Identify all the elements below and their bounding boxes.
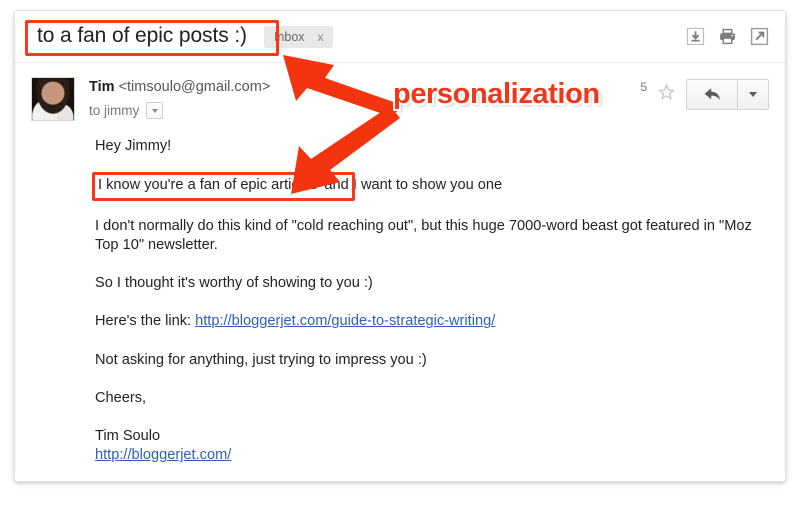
body-paragraph-5: Not asking for anything, just trying to …	[95, 351, 427, 368]
page-title: to a fan of epic posts :)	[37, 24, 247, 47]
download-icon[interactable]	[686, 27, 705, 46]
email-message-card: to a fan of epic posts :) Inbox x Tim <t…	[14, 10, 786, 482]
article-link[interactable]: http://bloggerjet.com/guide-to-strategic…	[195, 313, 495, 329]
timestamp: 5	[640, 80, 647, 94]
body-paragraph-3: So I thought it's worthy of showing to y…	[95, 275, 373, 291]
signature-name: Tim Soulo	[95, 428, 161, 444]
chevron-down-icon[interactable]	[146, 102, 164, 119]
signature-link-paragraph: http://bloggerjet.com/	[95, 446, 761, 465]
sender-actions: 5	[640, 77, 773, 110]
sender-email: <timsoulo@gmail.com>	[118, 79, 271, 95]
subject-actions	[686, 27, 773, 46]
sender-line: Tim <timsoulo@gmail.com>	[89, 79, 270, 95]
highlighted-sentence: I know you're a fan of epic articles	[98, 177, 318, 194]
sender-meta: Tim <timsoulo@gmail.com> to jimmy	[89, 77, 270, 119]
highlighted-sentence-rest: and I want to show you one	[320, 177, 503, 194]
open-in-new-window-icon[interactable]	[750, 27, 769, 46]
reply-button[interactable]	[687, 80, 738, 109]
sender-name: Tim	[89, 79, 115, 95]
body-highlighted-paragraph: I know you're a fan of epic articles and…	[95, 175, 761, 197]
body-signoff: Cheers,	[95, 389, 147, 406]
recipient-label: to jimmy	[89, 103, 140, 118]
recipient-line[interactable]: to jimmy	[89, 102, 270, 119]
avatar	[31, 77, 75, 121]
reply-button-group	[686, 79, 769, 110]
body-paragraph-2: I don't normally do this kind of "cold r…	[95, 217, 752, 253]
subject-row: to a fan of epic posts :) Inbox x	[15, 11, 785, 63]
star-outline-icon[interactable]	[657, 83, 676, 107]
remove-label-icon[interactable]: x	[318, 30, 324, 44]
body-link-paragraph: Here's the link: http://bloggerjet.com/g…	[95, 312, 761, 331]
body-greeting: Hey Jimmy!	[95, 138, 172, 154]
signature-link[interactable]: http://bloggerjet.com/	[95, 447, 231, 463]
more-options-button[interactable]	[738, 80, 768, 109]
print-icon[interactable]	[718, 27, 737, 46]
email-body: Hey Jimmy! I know you're a fan of epic a…	[15, 127, 785, 466]
inbox-label-text: Inbox	[273, 29, 305, 44]
inbox-label-chip[interactable]: Inbox x	[263, 25, 333, 48]
link-intro-text: Here's the link:	[95, 313, 196, 330]
sender-row: Tim <timsoulo@gmail.com> to jimmy 5	[15, 63, 785, 127]
